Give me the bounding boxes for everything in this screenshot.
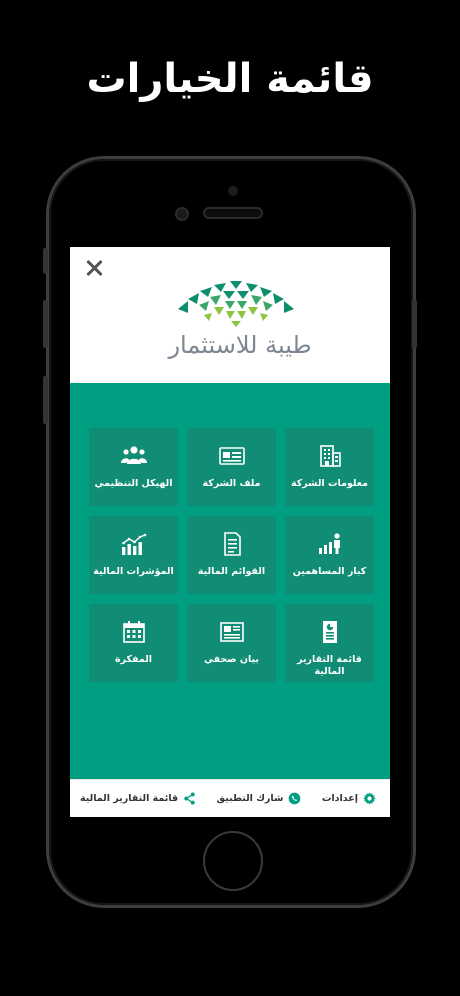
power-button (412, 300, 417, 348)
tile-label: كبار المساهمين (292, 566, 367, 577)
tile-label: قائمة التقارير المالية (297, 654, 362, 677)
volume-down-button (43, 376, 48, 424)
newspaper-icon (219, 622, 244, 642)
whatsapp-icon (288, 792, 301, 805)
tile-press-release[interactable]: بيان صحفي (187, 604, 276, 682)
tile-financial-indicators[interactable]: المؤشرات المالية (89, 516, 178, 594)
close-icon[interactable] (86, 259, 104, 277)
settings-button[interactable]: إعدادات (322, 792, 376, 805)
menu-header: طيبة للاستثمار (70, 247, 390, 383)
document-icon (223, 532, 241, 556)
share-app-button[interactable]: شارك التطبيق (217, 792, 302, 805)
tile-financial-reports-list[interactable]: قائمة التقارير المالية (285, 604, 374, 682)
tile-label: المؤشرات المالية (93, 566, 174, 577)
menu-grid: معلومات الشركة ملف الشركة الهيكل التنظيم… (88, 428, 374, 684)
tile-label: معلومات الشركة (290, 478, 369, 489)
tile-major-shareholders[interactable]: كبار المساهمين (285, 516, 374, 594)
volume-up-button (43, 300, 48, 348)
tile-label: المفكرة (114, 654, 153, 665)
tile-label: ملف الشركة (202, 478, 261, 489)
front-camera (175, 207, 189, 221)
tile-financial-statements[interactable]: القوائم المالية (187, 516, 276, 594)
logo-mark (178, 281, 294, 327)
mute-switch (43, 248, 48, 274)
tile-label: بيان صحفي (204, 654, 259, 665)
reports-list-button[interactable]: قائمة التقارير المالية (80, 792, 196, 805)
share-icon (184, 792, 195, 805)
app-screen: طيبة للاستثمار معلومات الشركة ملف الشركة… (70, 247, 390, 817)
tile-company-info[interactable]: معلومات الشركة (285, 428, 374, 506)
logo-text: طيبة للاستثمار (168, 331, 312, 359)
calendar-icon (122, 621, 145, 643)
report-icon (322, 621, 337, 643)
home-button[interactable] (203, 831, 263, 891)
promo-title: قائمة الخيارات (86, 56, 374, 102)
earpiece-speaker (203, 207, 263, 219)
reports-list-label: قائمة التقارير المالية (80, 793, 179, 804)
tile-label: الهيكل التنظيمي (94, 478, 173, 489)
id-card-icon (218, 447, 245, 465)
menu-body: معلومات الشركة ملف الشركة الهيكل التنظيم… (70, 383, 390, 779)
tile-calendar[interactable]: المفكرة (89, 604, 178, 682)
tile-company-profile[interactable]: ملف الشركة (187, 428, 276, 506)
proximity-sensor (228, 186, 238, 196)
person-chart-icon (318, 533, 340, 554)
menu-footer: إعدادات شارك التطبيق قائمة التقارير الما… (70, 779, 390, 817)
gear-icon (363, 792, 376, 805)
people-group-icon (120, 446, 147, 464)
tile-org-structure[interactable]: الهيكل التنظيمي (89, 428, 178, 506)
building-icon (319, 445, 341, 467)
bar-chart-icon (121, 533, 146, 555)
share-app-label: شارك التطبيق (216, 793, 284, 804)
settings-label: إعدادات (321, 793, 358, 804)
tile-label: القوائم المالية (197, 566, 266, 577)
